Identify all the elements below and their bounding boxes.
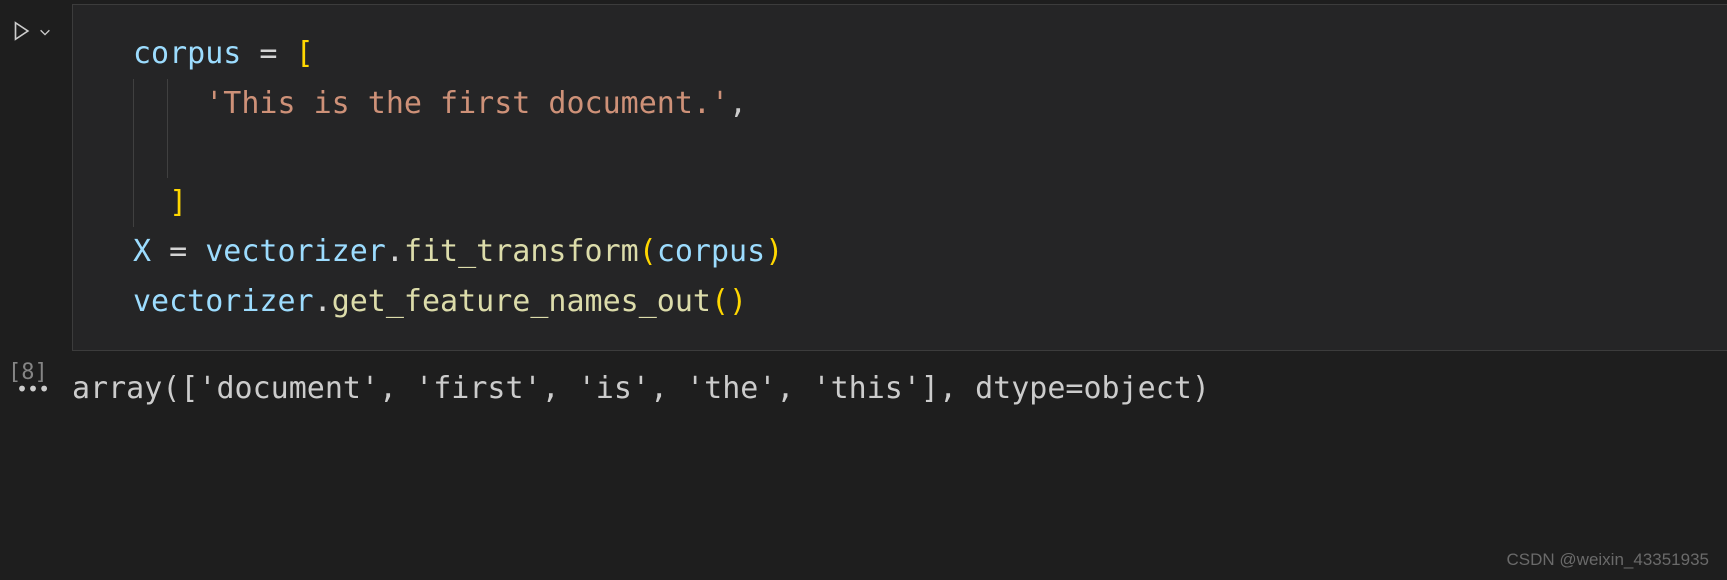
code-cell-container: [8] corpus = [ 'This is the first docume…: [0, 0, 1727, 351]
output-text: array(['document', 'first', 'is', 'the',…: [72, 369, 1727, 406]
cell-gutter: [8]: [0, 0, 72, 351]
code-line: ]: [133, 178, 1727, 228]
code-line: X = vectorizer.fit_transform(corpus): [133, 227, 1727, 277]
code-line: [133, 128, 1727, 178]
run-controls: [10, 20, 72, 46]
play-icon[interactable]: [10, 20, 32, 46]
code-line: corpus = [: [133, 29, 1727, 79]
watermark: CSDN @weixin_43351935: [1507, 550, 1709, 570]
output-container: ••• array(['document', 'first', 'is', 't…: [0, 369, 1727, 406]
execution-count: [8]: [8, 360, 48, 385]
code-line: 'This is the first document.',: [133, 79, 1727, 129]
chevron-down-icon[interactable]: [38, 24, 52, 43]
code-line: vectorizer.get_feature_names_out(): [133, 277, 1727, 327]
code-editor[interactable]: corpus = [ 'This is the first document.'…: [72, 4, 1727, 351]
